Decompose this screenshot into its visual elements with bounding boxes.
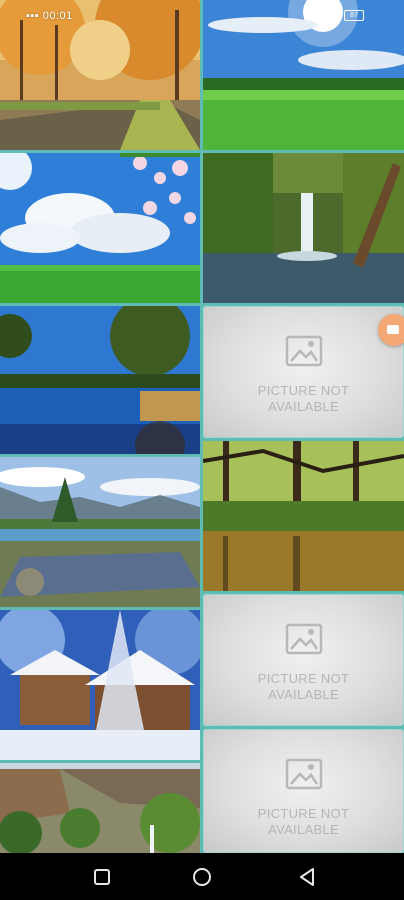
placeholder-text-line1: PICTURE NOT xyxy=(257,383,350,398)
wallpaper-thumbnail-sky-blossom[interactable] xyxy=(0,153,200,303)
placeholder-text-line2: AVAILABLE xyxy=(268,822,339,837)
wallpaper-placeholder[interactable]: PICTURE NOT AVAILABLE xyxy=(203,594,404,726)
wallpaper-thumbnail-canyon-forest[interactable] xyxy=(0,763,200,853)
wallpaper-thumbnail-waterfall[interactable] xyxy=(203,153,404,303)
wallpaper-thumbnail-snow-cabin[interactable] xyxy=(0,610,200,760)
placeholder-text-line2: AVAILABLE xyxy=(268,399,339,414)
ad-icon xyxy=(387,325,399,334)
signal-icon: ▪▪▪ xyxy=(26,10,40,22)
wallpaper-grid: PICTURE NOT AVAILABLE PICTURE NOT AVAILA… xyxy=(0,0,404,853)
wallpaper-thumbnail-mountain-stream[interactable] xyxy=(0,457,200,607)
broken-image-icon xyxy=(285,335,322,367)
placeholder-text-line1: PICTURE NOT xyxy=(257,806,350,821)
navigation-bar xyxy=(0,853,404,900)
square-icon[interactable] xyxy=(90,865,114,889)
floating-action-button[interactable] xyxy=(378,314,404,346)
circle-icon[interactable] xyxy=(190,865,214,889)
battery-icon: 87 xyxy=(344,10,364,21)
placeholder-text-line1: PICTURE NOT xyxy=(257,671,350,686)
wallpaper-placeholder[interactable]: PICTURE NOT AVAILABLE xyxy=(203,729,404,853)
status-time: ▪▪▪ 00:01 xyxy=(26,10,73,22)
clock-text: 00:01 xyxy=(42,10,73,22)
triangle-back-icon[interactable] xyxy=(296,865,320,889)
status-icons: 87 xyxy=(324,10,364,25)
wifi-icon xyxy=(324,10,338,25)
placeholder-text-line2: AVAILABLE xyxy=(268,687,339,702)
wallpaper-thumbnail-lake-sunset[interactable] xyxy=(0,306,200,454)
wallpaper-placeholder[interactable]: PICTURE NOT AVAILABLE xyxy=(203,306,404,438)
status-bar: ▪▪▪ 00:01 87 xyxy=(0,0,404,34)
broken-image-icon xyxy=(285,758,322,790)
wallpaper-thumbnail-forest-swamp[interactable] xyxy=(203,441,404,591)
broken-image-icon xyxy=(285,623,322,655)
